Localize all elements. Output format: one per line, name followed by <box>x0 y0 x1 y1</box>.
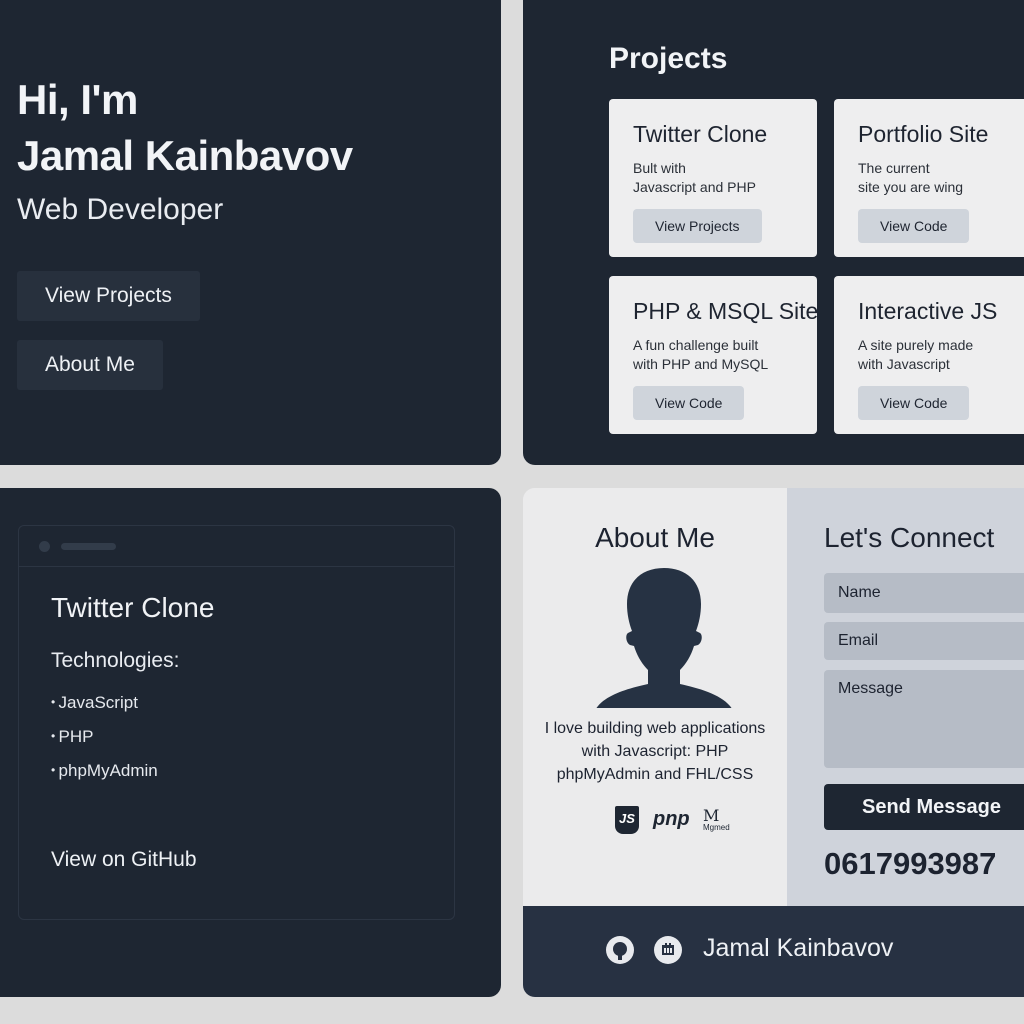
list-item: phpMyAdmin <box>51 758 158 792</box>
card-description: Bult with Javascript and PHP <box>633 159 803 197</box>
hero-panel: Hi, I'm Jamal Kainbavov Web Developer Vi… <box>0 0 501 465</box>
window-titlebar <box>19 526 454 567</box>
project-card-portfolio-site: Portfolio Site The current site you are … <box>834 99 1024 257</box>
about-section: About Me I love building web application… <box>523 488 787 906</box>
card-desc-line: Bult with <box>633 160 686 176</box>
about-text-line: with Javascript: PHP <box>581 743 729 760</box>
detail-title: Twitter Clone <box>51 592 215 623</box>
window-dot-icon <box>39 541 50 552</box>
detail-window: Twitter Clone Technologies: JavaScript P… <box>18 525 455 920</box>
contact-title: Let's Connect <box>824 522 995 553</box>
tech-badges: JS pnp M Mgmed <box>523 806 787 838</box>
about-text-line: phpMyAdmin and FHL/CSS <box>556 766 754 783</box>
card-desc-line: The current <box>858 160 930 176</box>
view-code-button[interactable]: View Code <box>858 386 970 420</box>
card-description: A site purely made with Javascript <box>858 336 1024 374</box>
window-address-bar <box>61 543 116 550</box>
card-desc-line: A fun challenge built <box>633 337 759 353</box>
view-projects-card-button[interactable]: View Projects <box>633 209 762 243</box>
technologies-list: JavaScript PHP phpMyAdmin <box>51 690 158 792</box>
card-title: Interactive JS <box>858 298 998 324</box>
about-me-button[interactable]: About Me <box>17 340 163 390</box>
projects-title: Projects <box>609 42 728 75</box>
hero-greeting: Hi, I'm Jamal Kainbavov <box>17 72 353 184</box>
card-title: Portfolio Site <box>858 121 989 147</box>
card-description: A fun challenge built with PHP and MySQL <box>633 336 803 374</box>
card-desc-line: with Javascript <box>858 356 950 372</box>
github-icon[interactable] <box>606 936 634 964</box>
view-code-button[interactable]: View Code <box>633 386 745 420</box>
project-detail-panel: Twitter Clone Technologies: JavaScript P… <box>0 488 501 997</box>
project-card-php-msql: PHP & MSQL Site A fun challenge built wi… <box>609 276 819 434</box>
footer: Jamal Kainbavov <box>523 906 1024 997</box>
card-title: Twitter Clone <box>633 121 768 147</box>
view-projects-button[interactable]: View Projects <box>17 271 200 321</box>
card-desc-line: site you are wing <box>858 179 964 195</box>
project-card-interactive-js: Interactive JS A site purely made with J… <box>834 276 1024 434</box>
avatar-silhouette-icon <box>592 568 736 708</box>
hero-role: Web Developer <box>17 193 224 226</box>
technologies-heading: Technologies: <box>51 649 180 672</box>
hero-name: Jamal Kainbavov <box>17 132 353 179</box>
linkedin-icon[interactable] <box>654 936 682 964</box>
contact-section: Let's Connect Name Email Message Send Me… <box>787 488 1024 906</box>
js-badge-icon: JS <box>615 806 639 834</box>
phone-number: 0617993987 <box>824 846 997 881</box>
footer-name: Jamal Kainbavov <box>703 934 894 962</box>
card-desc-line: Javascript and PHP <box>633 179 756 195</box>
send-message-button[interactable]: Send Message <box>824 784 1024 830</box>
about-description: I love building web applications with Ja… <box>523 717 787 786</box>
card-title: PHP & MSQL Site <box>633 298 819 324</box>
badge-m-caption: Mgmed <box>703 823 730 832</box>
mysql-badge-icon: M Mgmed <box>703 806 730 832</box>
view-code-button[interactable]: View Code <box>858 209 970 243</box>
greeting-line-1: Hi, I'm <box>17 76 138 123</box>
about-text-line: I love building web applications <box>544 720 766 737</box>
card-desc-line: A site purely made <box>858 337 974 353</box>
list-item: PHP <box>51 724 158 758</box>
name-field[interactable]: Name <box>824 573 1024 613</box>
github-icon-glyph <box>613 942 627 960</box>
card-description: The current site you are wing <box>858 159 1024 197</box>
card-desc-line: with PHP and MySQL <box>633 356 769 372</box>
php-badge-icon: pnp <box>653 808 690 830</box>
project-card-twitter-clone: Twitter Clone Bult with Javascript and P… <box>609 99 817 257</box>
list-item: JavaScript <box>51 690 158 724</box>
email-field[interactable]: Email <box>824 622 1024 660</box>
message-field[interactable]: Message <box>824 670 1024 768</box>
view-on-github-link[interactable]: View on GitHub <box>51 848 197 872</box>
linkedin-icon-glyph <box>662 943 674 955</box>
about-contact-panel: About Me I love building web application… <box>523 488 1024 906</box>
about-title: About Me <box>595 522 715 553</box>
projects-panel: Projects Twitter Clone Bult with Javascr… <box>523 0 1024 465</box>
